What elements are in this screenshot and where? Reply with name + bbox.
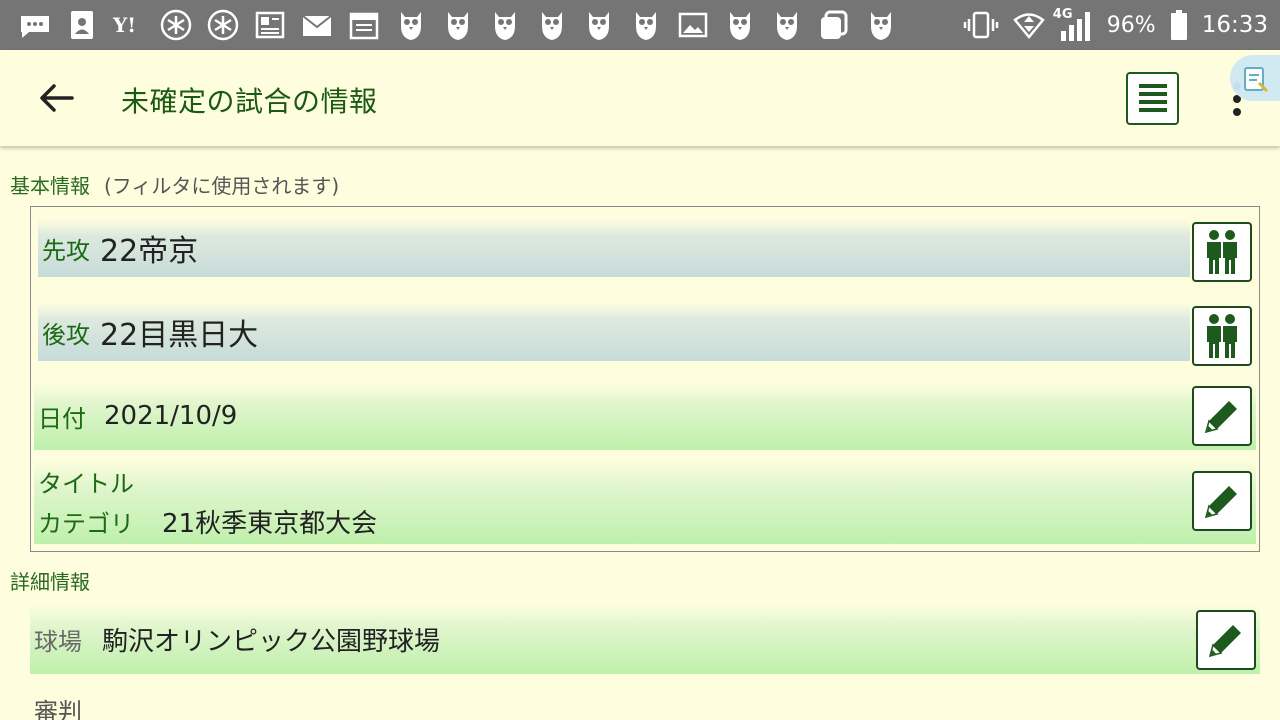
title-category-row[interactable]: タイトル カテゴリ 21秋季東京都大会: [34, 458, 1256, 544]
au-mail-icon: [300, 8, 334, 42]
team-icon: [1207, 314, 1237, 358]
select-first-team-button[interactable]: [1192, 222, 1252, 282]
date-row[interactable]: 日付 2021/10/9: [34, 382, 1256, 450]
calendar-icon: [347, 8, 381, 42]
notification-icons: Y!: [18, 6, 898, 44]
wifi-icon: [1013, 11, 1045, 39]
list-icon: [1138, 83, 1167, 112]
yahoo-icon: Y!: [112, 8, 146, 42]
edit-title-button[interactable]: [1192, 471, 1252, 531]
back-button[interactable]: [36, 78, 76, 118]
list-menu-button[interactable]: [1126, 72, 1179, 125]
edit-date-button[interactable]: [1192, 386, 1252, 446]
second-team-row[interactable]: 後攻 22目黒日大: [38, 303, 1190, 361]
clipboard-icon: [1244, 67, 1269, 93]
signal-icon: 4G: [1053, 7, 1093, 41]
page-title: 未確定の試合の情報: [121, 85, 378, 118]
stadium-value: 駒沢オリンピック公園野球場: [102, 626, 441, 657]
owl-icon: [629, 8, 663, 42]
app-bar: 未確定の試合の情報: [0, 50, 1280, 146]
owl-icon: [535, 8, 569, 42]
svg-text:Y!: Y!: [112, 13, 136, 37]
umpire-row[interactable]: 審判: [34, 692, 1234, 720]
date-value: 2021/10/9: [104, 401, 238, 431]
asterisk-icon: [206, 8, 240, 42]
second-team-value: 22目黒日大: [100, 318, 259, 353]
edit-stadium-button[interactable]: [1196, 610, 1256, 670]
first-team-row[interactable]: 先攻 22帝京: [38, 219, 1190, 277]
select-second-team-button[interactable]: [1192, 306, 1252, 366]
battery-percent: 96%: [1106, 12, 1156, 38]
owl-icon: [770, 8, 804, 42]
first-team-value: 22帝京: [100, 234, 199, 269]
news-icon: [253, 8, 287, 42]
copy-icon: [817, 8, 851, 42]
pencil-icon: [1204, 486, 1237, 519]
pencil-icon: [1204, 401, 1237, 434]
owl-icon: [582, 8, 616, 42]
message-icon: [18, 8, 52, 42]
owl-icon: [864, 8, 898, 42]
basic-info-heading: 基本情報 (フィルタに使用されます): [10, 174, 340, 198]
asterisk-icon: [159, 8, 193, 42]
status-bar: Y! 4G 96% 16:33: [0, 0, 1280, 50]
owl-icon: [394, 8, 428, 42]
status-right: 4G 96% 16:33: [963, 0, 1268, 50]
pencil-icon: [1208, 625, 1241, 658]
team-icon: [1207, 230, 1237, 274]
owl-icon: [488, 8, 522, 42]
clock: 16:33: [1201, 12, 1268, 38]
stadium-row[interactable]: 球場 駒沢オリンピック公園野球場: [30, 604, 1260, 674]
contacts-icon: [65, 8, 99, 42]
image-icon: [676, 8, 710, 42]
arrow-left-icon: [40, 84, 74, 112]
owl-icon: [441, 8, 475, 42]
detail-info-heading: 詳細情報: [10, 570, 90, 594]
vibrate-icon: [963, 11, 999, 39]
owl-icon: [723, 8, 757, 42]
battery-icon: [1170, 10, 1188, 40]
category-value: 21秋季東京都大会: [162, 509, 378, 539]
floating-assist-button[interactable]: [1230, 55, 1280, 101]
